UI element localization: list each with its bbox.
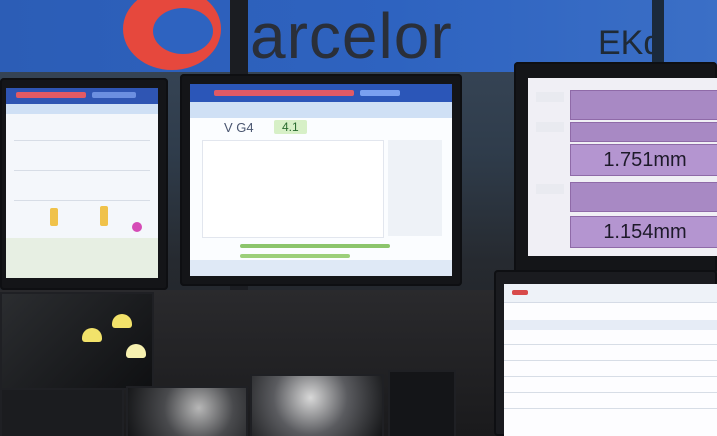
camera-feed-2 (0, 388, 124, 436)
center-progress-2 (240, 254, 350, 258)
right-upper-monitor: 1.751mm 1.154mm (514, 62, 717, 274)
center-screen-alert-strip (214, 90, 354, 96)
right-label-1 (536, 92, 564, 102)
center-side-panel (388, 140, 442, 236)
right-lower-titlebar (504, 284, 717, 303)
left-screen-bottom-panel (6, 238, 158, 278)
operator-helmet-1 (82, 328, 102, 342)
left-grid-h1 (14, 140, 150, 141)
left-grid-h3 (14, 200, 150, 201)
control-room-photo: arcelor EKd V G4 4.1 1.751mm 1.154mm (0, 0, 717, 436)
camera-feed-5 (388, 370, 456, 436)
center-screen-statusbar (190, 260, 452, 276)
logo-mark-cutout (153, 8, 213, 54)
right-lower-row-1 (504, 344, 717, 345)
camera-feed-4 (250, 374, 384, 436)
center-screen-toolbar (190, 102, 452, 118)
right-lower-row-4 (504, 392, 717, 393)
right-lower-red-mark (512, 290, 528, 295)
right-label-3 (536, 184, 564, 194)
right-meter-2 (570, 122, 717, 142)
left-screen-indicator-b (100, 206, 108, 226)
left-screen-status-strip (92, 92, 136, 98)
left-screen-indicator-a (50, 208, 58, 226)
right-readout-1: 1.751mm (570, 144, 717, 176)
right-readout-2: 1.154mm (570, 216, 717, 248)
center-screen-value: 4.1 (274, 120, 307, 134)
camera-feed-3 (126, 386, 248, 436)
center-progress-1 (240, 244, 390, 248)
center-plot-area (202, 140, 384, 238)
left-monitor-screen (6, 88, 158, 278)
right-meter-1 (570, 90, 717, 120)
camera-feed-1 (0, 292, 154, 390)
right-lower-monitor (494, 270, 717, 436)
right-lower-header-row (504, 320, 717, 330)
left-screen-indicator-c (132, 222, 142, 232)
center-monitor: V G4 4.1 (180, 74, 462, 286)
center-screen-label: V G4 (224, 120, 254, 135)
right-lower-row-2 (504, 360, 717, 361)
right-lower-row-5 (504, 408, 717, 409)
right-lower-screen (504, 284, 717, 436)
operator-helmet-3 (126, 344, 146, 358)
left-monitor (0, 78, 168, 290)
operator-helmet-2 (112, 314, 132, 328)
left-grid-h2 (14, 170, 150, 171)
center-monitor-screen: V G4 4.1 (190, 84, 452, 276)
right-upper-screen: 1.751mm 1.154mm (528, 78, 717, 256)
right-label-2 (536, 122, 564, 132)
left-screen-alert-strip (16, 92, 86, 98)
right-lower-row-3 (504, 376, 717, 377)
right-meter-3 (570, 182, 717, 212)
left-screen-toolbar (6, 104, 158, 114)
center-screen-ok-strip (360, 90, 400, 96)
brand-text: arcelor (250, 0, 453, 72)
